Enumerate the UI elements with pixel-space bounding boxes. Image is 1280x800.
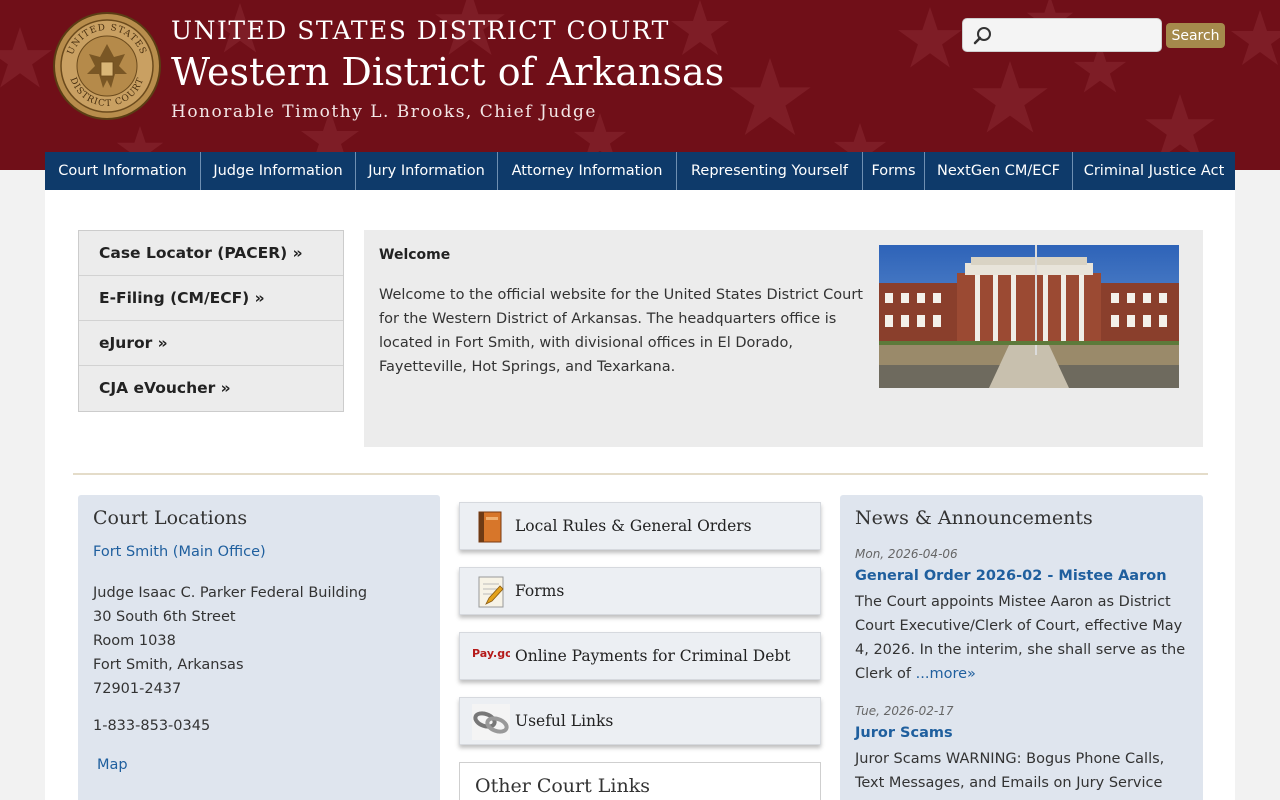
search-box[interactable] bbox=[962, 18, 1162, 52]
site-header: UNITED STATES DISTRICT COURT UNITED STAT… bbox=[0, 0, 1280, 170]
court-locations-panel: Court Locations Fort Smith (Main Office)… bbox=[78, 495, 440, 800]
forms-button[interactable]: Forms bbox=[459, 567, 821, 615]
svg-text:Pay.gov: Pay.gov bbox=[472, 647, 510, 660]
quick-links: Case Locator (PACER) » E-Filing (CM/ECF)… bbox=[78, 230, 344, 412]
read-more-link[interactable]: ...more» bbox=[916, 666, 976, 682]
nav-judge-information[interactable]: Judge Information bbox=[201, 152, 356, 190]
news-headline-link[interactable]: General Order 2026-02 - Mistee Aaron bbox=[855, 568, 1167, 584]
address-line: Fort Smith, Arkansas bbox=[93, 657, 244, 673]
nav-criminal-justice-act[interactable]: Criminal Justice Act bbox=[1073, 152, 1235, 190]
court-seal-logo: UNITED STATES DISTRICT COURT bbox=[53, 12, 161, 120]
other-court-links-title: Other Court Links bbox=[475, 775, 650, 797]
local-rules-button[interactable]: Local Rules & General Orders bbox=[459, 502, 821, 550]
quick-link-case-locator[interactable]: Case Locator (PACER) » bbox=[79, 231, 343, 276]
nav-court-information[interactable]: Court Information bbox=[45, 152, 201, 190]
news-body-text: Juror Scams WARNING: Bogus Phone Calls, … bbox=[855, 751, 1165, 800]
other-court-links-panel: Other Court Links bbox=[459, 762, 821, 800]
quick-link-efiling[interactable]: E-Filing (CM/ECF) » bbox=[79, 276, 343, 321]
nav-attorney-information[interactable]: Attorney Information bbox=[498, 152, 677, 190]
main-nav: Court Information Judge Information Jury… bbox=[45, 152, 1235, 190]
welcome-title: Welcome bbox=[379, 247, 451, 263]
search-input[interactable] bbox=[999, 24, 1154, 46]
news-body-text: The Court appoints Mistee Aaron as Distr… bbox=[855, 594, 1186, 682]
nav-forms[interactable]: Forms bbox=[863, 152, 925, 190]
quick-link-ejuror[interactable]: eJuror » bbox=[79, 321, 343, 366]
court-name: UNITED STATES DISTRICT COURT bbox=[171, 16, 670, 45]
chain-link-icon bbox=[472, 704, 510, 740]
nav-representing-yourself[interactable]: Representing Yourself bbox=[677, 152, 863, 190]
useful-links-button[interactable]: Useful Links bbox=[459, 697, 821, 745]
courthouse-photo bbox=[879, 245, 1179, 388]
address-line: 30 South 6th Street bbox=[93, 609, 236, 625]
news-date: Tue, 2026-02-17 bbox=[855, 704, 954, 718]
news-date: Mon, 2026-04-06 bbox=[855, 547, 958, 561]
office-phone: 1-833-853-0345 bbox=[93, 718, 211, 734]
form-pencil-icon bbox=[478, 576, 504, 608]
office-address: Judge Isaac C. Parker Federal Building 3… bbox=[93, 581, 367, 701]
search-button[interactable]: Search bbox=[1166, 23, 1225, 48]
fort-smith-office-link[interactable]: Fort Smith (Main Office) bbox=[93, 544, 266, 560]
news-title: News & Announcements bbox=[855, 507, 1093, 529]
welcome-text: Welcome to the official website for the … bbox=[379, 287, 863, 375]
quick-link-cja-evoucher[interactable]: CJA eVoucher » bbox=[79, 366, 343, 411]
forms-label: Forms bbox=[515, 582, 565, 600]
nav-jury-information[interactable]: Jury Information bbox=[356, 152, 498, 190]
news-panel: News & Announcements Mon, 2026-04-06 Gen… bbox=[840, 495, 1203, 800]
address-line: 72901-2437 bbox=[93, 681, 182, 697]
online-payments-label: Online Payments for Criminal Debt bbox=[515, 647, 791, 665]
chief-judge-line: Honorable Timothy L. Brooks, Chief Judge bbox=[171, 102, 597, 122]
welcome-panel: Welcome Welcome to the official website … bbox=[364, 230, 1203, 447]
news-headline-link[interactable]: Juror Scams bbox=[855, 725, 953, 741]
news-body: The Court appoints Mistee Aaron as Distr… bbox=[855, 590, 1190, 686]
book-icon bbox=[478, 511, 502, 543]
section-divider bbox=[73, 473, 1208, 475]
address-line: Room 1038 bbox=[93, 633, 176, 649]
court-locations-title: Court Locations bbox=[93, 507, 248, 529]
district-name[interactable]: Western District of Arkansas bbox=[171, 50, 724, 94]
useful-links-label: Useful Links bbox=[515, 712, 614, 730]
paygov-icon: Pay.gov bbox=[472, 647, 510, 660]
local-rules-label: Local Rules & General Orders bbox=[515, 517, 752, 535]
map-link[interactable]: Map bbox=[97, 757, 128, 773]
address-line: Judge Isaac C. Parker Federal Building bbox=[93, 585, 368, 601]
nav-nextgen-cmecf[interactable]: NextGen CM/ECF bbox=[925, 152, 1073, 190]
online-payments-button[interactable]: Pay.gov Online Payments for Criminal Deb… bbox=[459, 632, 821, 680]
search-icon bbox=[973, 27, 991, 45]
